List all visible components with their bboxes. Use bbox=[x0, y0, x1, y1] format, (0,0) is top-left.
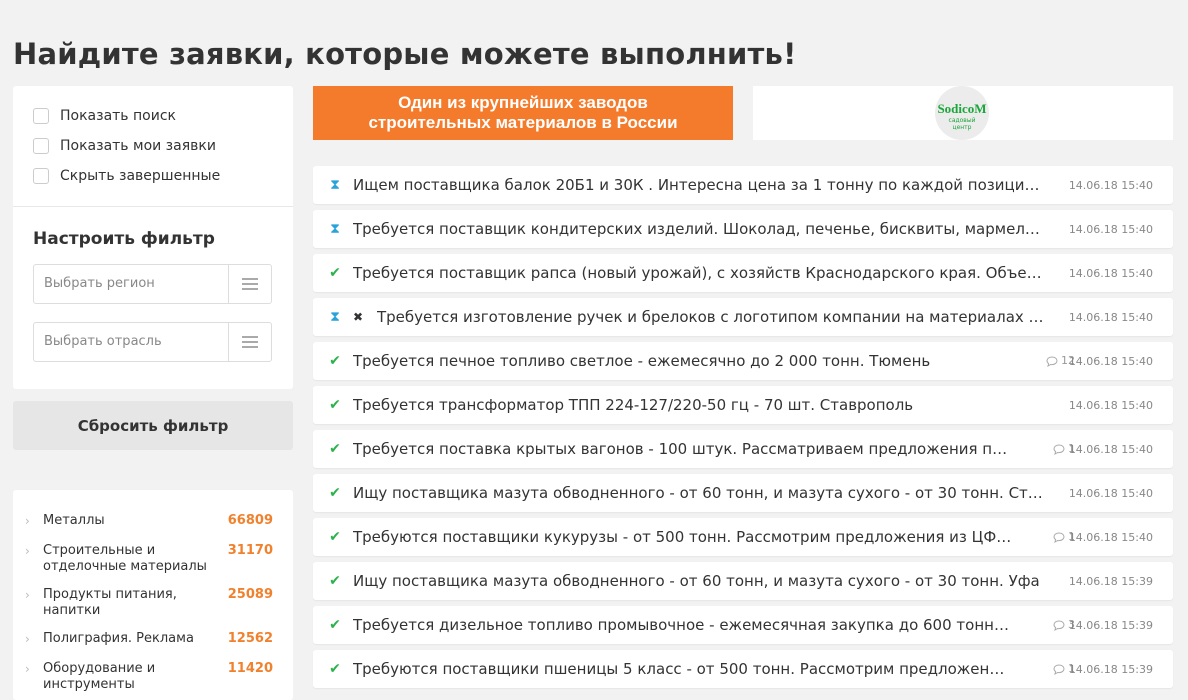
request-title[interactable]: Требуются поставщики кукурузы - от 500 т… bbox=[353, 528, 1013, 546]
category-label: Полиграфия. Реклама bbox=[43, 631, 194, 646]
banner-line: Один из крупнейших заводов bbox=[398, 93, 648, 112]
request-title[interactable]: Требуется печное топливо светлое - ежеме… bbox=[353, 352, 1013, 370]
request-title[interactable]: Ищу поставщика мазута обводненного - от … bbox=[353, 484, 1048, 502]
request-date: 14.06.18 15:40 bbox=[1068, 267, 1153, 280]
request-row[interactable]: ✔ Требуются поставщики пшеницы 5 класс - … bbox=[313, 650, 1173, 688]
request-title[interactable]: Ищу поставщика мазута обводненного - от … bbox=[353, 572, 1048, 590]
filter-panel: Показать поиск Показать мои заявки Скрыт… bbox=[13, 86, 293, 389]
request-title[interactable]: Требуется поставщик кондитерских изделий… bbox=[353, 220, 1048, 238]
divider bbox=[13, 206, 293, 207]
category-list: › Металлы 66809 › Строительные и отделоч… bbox=[13, 490, 293, 700]
request-date: 14.06.18 15:40 bbox=[1068, 531, 1153, 544]
request-date: 14.06.18 15:40 bbox=[1068, 179, 1153, 192]
chevron-right-icon: › bbox=[25, 632, 30, 646]
category-count: 25089 bbox=[227, 587, 273, 602]
request-row[interactable]: ✔ Требуется поставка крытых вагонов - 100… bbox=[313, 430, 1173, 468]
comment-icon bbox=[1053, 619, 1065, 631]
request-date: 14.06.18 15:39 bbox=[1068, 663, 1153, 676]
request-row[interactable]: ✔ Ищу поставщика мазута обводненного - от… bbox=[313, 474, 1173, 512]
check-icon: ✔ bbox=[329, 529, 341, 545]
check-icon: ✔ bbox=[329, 573, 341, 589]
category-label: Строительные и отделочные материалы bbox=[43, 543, 207, 574]
option-label: Показать поиск bbox=[60, 108, 176, 124]
check-icon: ✔ bbox=[329, 617, 341, 633]
request-title[interactable]: Требуется изготовление ручек и брелоков … bbox=[377, 308, 1048, 326]
request-date: 14.06.18 15:40 bbox=[1068, 223, 1153, 236]
category-count: 66809 bbox=[227, 513, 273, 528]
option-label: Показать мои заявки bbox=[60, 138, 216, 154]
hourglass-icon: ⧗ bbox=[330, 221, 340, 237]
category-label: Оборудование и инструменты bbox=[43, 661, 156, 692]
checkbox[interactable] bbox=[33, 168, 49, 184]
request-date: 14.06.18 15:40 bbox=[1068, 443, 1153, 456]
option-show-my-requests[interactable]: Показать мои заявки bbox=[33, 136, 216, 156]
comment-icon bbox=[1053, 531, 1065, 543]
request-row[interactable]: ⧗ Требуется поставщик кондитерских издели… bbox=[313, 210, 1173, 248]
sodicom-logo: SodicoM садовый центр bbox=[935, 86, 989, 140]
region-menu-button[interactable] bbox=[228, 265, 271, 303]
hourglass-icon: ⧗ bbox=[330, 309, 340, 325]
category-label: Металлы bbox=[43, 513, 105, 528]
request-title[interactable]: Требуются поставщики пшеницы 5 класс - о… bbox=[353, 660, 1013, 678]
chevron-right-icon: › bbox=[25, 514, 30, 528]
request-date: 14.06.18 15:40 bbox=[1068, 355, 1153, 368]
ad-banner-logo[interactable]: SodicoM садовый центр bbox=[753, 86, 1173, 140]
request-row[interactable]: ✔ Требуется печное топливо светлое - ежем… bbox=[313, 342, 1173, 380]
option-show-search[interactable]: Показать поиск bbox=[33, 106, 176, 126]
page-title: Найдите заявки, которые можете выполнить… bbox=[13, 37, 797, 72]
chevron-right-icon: › bbox=[25, 588, 30, 602]
request-row[interactable]: ⧗ ✖ Требуется изготовление ручек и брелоко… bbox=[313, 298, 1173, 336]
banner-line: строительных материалов в России bbox=[368, 113, 678, 132]
industry-placeholder: Выбрать отрасль bbox=[44, 334, 162, 349]
request-row[interactable]: ✔ Требуется трансформатор ТПП 224-127/220… bbox=[313, 386, 1173, 424]
check-icon: ✔ bbox=[329, 661, 341, 677]
region-placeholder: Выбрать регион bbox=[44, 276, 155, 291]
comment-icon bbox=[1046, 355, 1058, 367]
request-date: 14.06.18 15:40 bbox=[1068, 311, 1153, 324]
request-date: 14.06.18 15:40 bbox=[1068, 487, 1153, 500]
region-select[interactable]: Выбрать регион bbox=[33, 264, 272, 304]
chevron-right-icon: › bbox=[25, 662, 30, 676]
hourglass-icon: ⧗ bbox=[330, 177, 340, 193]
check-icon: ✔ bbox=[329, 397, 341, 413]
category-label: Продукты питания, напитки bbox=[43, 587, 177, 618]
checkbox[interactable] bbox=[33, 108, 49, 124]
comment-icon bbox=[1053, 443, 1065, 455]
request-row[interactable]: ✔ Ищу поставщика мазута обводненного - от… bbox=[313, 562, 1173, 600]
request-row[interactable]: ✔ Требуется дизельное топливо промывочное… bbox=[313, 606, 1173, 644]
category-count: 31170 bbox=[227, 543, 273, 558]
request-title[interactable]: Ищем поставщика балок 20Б1 и 30К . Интер… bbox=[353, 176, 1048, 194]
request-row[interactable]: ✔ Требуются поставщики кукурузы - от 500 … bbox=[313, 518, 1173, 556]
chevron-right-icon: › bbox=[25, 544, 30, 558]
option-hide-completed[interactable]: Скрыть завершенные bbox=[33, 166, 220, 186]
request-title[interactable]: Требуется трансформатор ТПП 224-127/220-… bbox=[353, 396, 1048, 414]
filter-title: Настроить фильтр bbox=[33, 229, 215, 249]
logo-name: SodicoM bbox=[937, 101, 987, 116]
checkbox[interactable] bbox=[33, 138, 49, 154]
check-icon: ✔ bbox=[329, 485, 341, 501]
menu-icon bbox=[242, 336, 258, 348]
check-icon: ✔ bbox=[329, 265, 341, 281]
request-date: 14.06.18 15:40 bbox=[1068, 399, 1153, 412]
request-row[interactable]: ✔ Требуется поставщик рапса (новый урожай… bbox=[313, 254, 1173, 292]
industry-menu-button[interactable] bbox=[228, 323, 271, 361]
request-date: 14.06.18 15:39 bbox=[1068, 619, 1153, 632]
check-icon: ✔ bbox=[329, 441, 341, 457]
cross-icon: ✖ bbox=[352, 310, 364, 324]
request-title[interactable]: Требуется поставщик рапса (новый урожай)… bbox=[353, 264, 1048, 282]
comment-icon bbox=[1053, 663, 1065, 675]
option-label: Скрыть завершенные bbox=[60, 168, 221, 184]
category-count: 12562 bbox=[227, 631, 273, 646]
request-title[interactable]: Требуется дизельное топливо промывочное … bbox=[353, 616, 1013, 634]
request-row[interactable]: ⧗ Ищем поставщика балок 20Б1 и 30К . Инте… bbox=[313, 166, 1173, 204]
reset-filter-button[interactable]: Сбросить фильтр bbox=[13, 401, 293, 450]
menu-icon bbox=[242, 278, 258, 290]
request-date: 14.06.18 15:39 bbox=[1068, 575, 1153, 588]
industry-select[interactable]: Выбрать отрасль bbox=[33, 322, 272, 362]
category-count: 11420 bbox=[227, 661, 273, 676]
check-icon: ✔ bbox=[329, 353, 341, 369]
request-title[interactable]: Требуется поставка крытых вагонов - 100 … bbox=[353, 440, 1013, 458]
ad-banner-orange[interactable]: Один из крупнейших заводов строительных … bbox=[313, 86, 733, 140]
logo-subtitle: садовый центр bbox=[948, 117, 976, 131]
